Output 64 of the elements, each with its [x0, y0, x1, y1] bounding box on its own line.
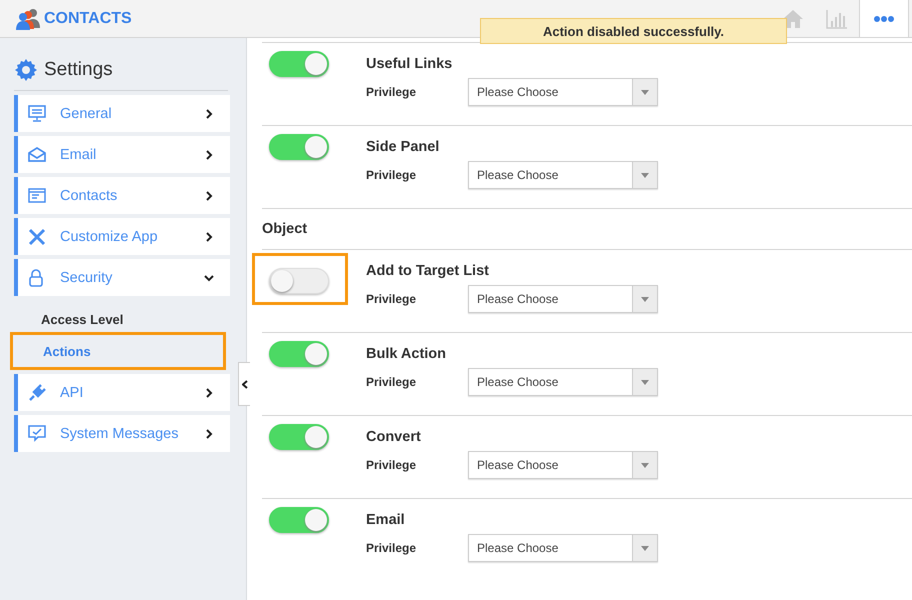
chevron-left-icon	[242, 380, 248, 388]
people-icon	[16, 8, 40, 30]
privilege-select[interactable]: Please Choose	[468, 368, 658, 396]
sidebar-title: Settings	[44, 59, 113, 81]
window-icon	[28, 188, 46, 203]
envelope-icon	[28, 147, 46, 162]
chevron-down-icon	[204, 272, 214, 282]
toggle-switch[interactable]	[269, 341, 329, 367]
action-name: Useful Links	[366, 56, 454, 72]
privilege-label: Privilege	[366, 168, 418, 182]
action-name: Add to Target List	[366, 263, 490, 279]
chevron-right-icon	[204, 388, 214, 398]
privilege-select[interactable]: Please Choose	[468, 78, 658, 106]
caret-icon	[641, 296, 649, 302]
caret-icon	[641, 90, 649, 94]
toggle-switch[interactable]	[269, 507, 329, 533]
action-name: Bulk Action	[366, 346, 448, 362]
action-name: Email	[366, 512, 406, 528]
home-icon[interactable]	[782, 8, 804, 28]
monitor-icon	[28, 105, 46, 122]
toggle-switch[interactable]	[269, 268, 329, 294]
bar-chart-icon[interactable]	[826, 8, 848, 28]
chevron-right-icon	[204, 190, 214, 200]
privilege-select[interactable]: Please Choose	[468, 285, 658, 313]
more-button[interactable]	[859, 0, 909, 37]
caret-icon	[641, 462, 649, 468]
more-icon	[874, 16, 894, 22]
toast-message: Action disabled successfully.	[480, 18, 787, 44]
chevron-right-icon	[204, 232, 214, 242]
caret-icon	[641, 546, 649, 550]
sidebar-item[interactable]: Security	[14, 259, 230, 296]
privilege-label: Privilege	[366, 375, 418, 389]
privilege-label: Privilege	[366, 458, 418, 472]
sidebar-item[interactable]: API	[14, 374, 230, 411]
toggle-switch[interactable]	[269, 134, 329, 160]
submenu-item[interactable]: Access Level	[14, 306, 230, 332]
sidebar-item[interactable]: General	[14, 95, 230, 132]
action-name: Side Panel	[366, 139, 440, 155]
privilege-label: Privilege	[366, 292, 418, 306]
caret-icon	[641, 380, 649, 384]
chevron-right-icon	[204, 108, 214, 118]
privilege-label: Privilege	[366, 541, 418, 555]
sidebar-item[interactable]: Email	[14, 136, 230, 173]
plug-icon	[28, 384, 46, 402]
sidebar-item[interactable]: Customize App	[14, 218, 230, 255]
privilege-select[interactable]: Please Choose	[468, 451, 658, 479]
chevron-right-icon	[204, 428, 214, 438]
chevron-right-icon	[204, 150, 214, 160]
collapse-button[interactable]	[238, 362, 250, 406]
caret-icon	[641, 172, 649, 178]
submenu-item[interactable]: Actions	[10, 332, 226, 370]
privilege-select[interactable]: Please Choose	[468, 534, 658, 562]
privilege-label: Privilege	[366, 85, 418, 99]
toggle-switch[interactable]	[269, 51, 329, 77]
sidebar-item[interactable]: System Messages	[14, 415, 230, 452]
privilege-select[interactable]: Please Choose	[468, 161, 658, 189]
message-icon	[28, 425, 46, 442]
toggle-switch[interactable]	[269, 424, 329, 450]
action-name: Convert	[366, 429, 422, 445]
section-title: Object	[262, 208, 912, 249]
settings-icon	[14, 58, 38, 82]
lock-icon	[28, 268, 44, 286]
app-title: CONTACTS	[44, 10, 132, 28]
sidebar-item[interactable]: Contacts	[14, 177, 230, 214]
